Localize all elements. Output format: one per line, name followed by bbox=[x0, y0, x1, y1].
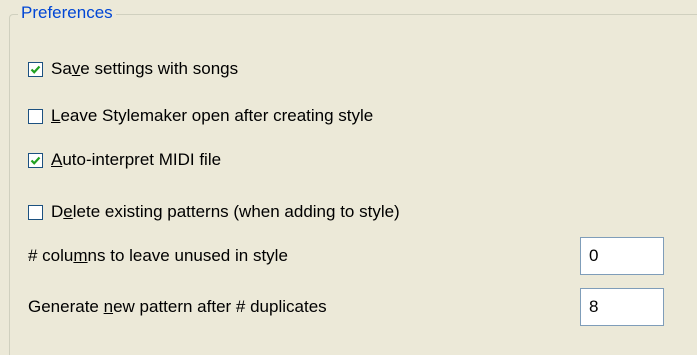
unused-columns-label: # colu m ns to leave unused in style bbox=[28, 246, 288, 265]
leave-stylemaker-open-checkbox[interactable] bbox=[28, 108, 43, 124]
preferences-group-title: Preferences bbox=[18, 3, 116, 23]
save-settings-label: Save settings with songs bbox=[51, 59, 239, 78]
checkmark-icon bbox=[30, 65, 41, 74]
delete-existing-patterns-label: Delete existing patterns (when adding to… bbox=[51, 202, 400, 221]
checkmark-icon bbox=[30, 156, 41, 165]
new-pattern-duplicates-label: Generate n ew pattern after # duplicates bbox=[28, 297, 327, 316]
auto-interpret-midi-label: Auto-interpret MIDI file bbox=[51, 150, 222, 169]
save-settings-option[interactable]: Save settings with songs bbox=[28, 57, 238, 81]
auto-interpret-midi-option[interactable]: Auto-interpret MIDI file bbox=[28, 148, 221, 172]
auto-interpret-midi-checkbox[interactable] bbox=[28, 152, 43, 168]
save-settings-checkbox[interactable] bbox=[28, 61, 43, 77]
unused-columns-input[interactable]: 0 bbox=[580, 237, 664, 275]
new-pattern-duplicates-input[interactable]: 8 bbox=[580, 288, 664, 326]
leave-stylemaker-open-label: Leave Stylemaker open after creating sty… bbox=[51, 106, 374, 125]
leave-stylemaker-open-option[interactable]: Leave Stylemaker open after creating sty… bbox=[28, 104, 373, 128]
delete-existing-patterns-checkbox[interactable] bbox=[28, 204, 43, 220]
delete-existing-patterns-option[interactable]: Delete existing patterns (when adding to… bbox=[28, 200, 400, 224]
